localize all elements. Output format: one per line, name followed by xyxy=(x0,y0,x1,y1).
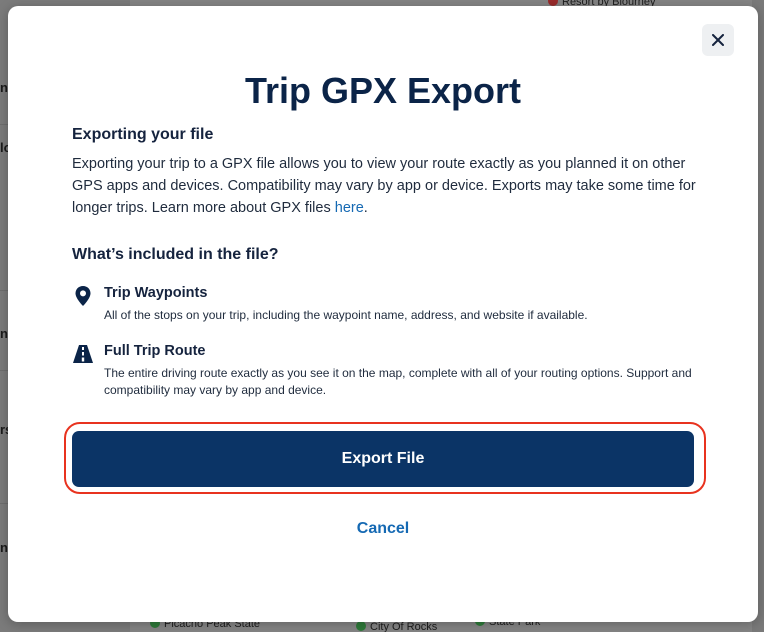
exporting-heading: Exporting your file xyxy=(72,126,214,143)
exporting-section: Exporting your file Exporting your trip … xyxy=(72,126,702,219)
cancel-button[interactable]: Cancel xyxy=(8,520,758,538)
exporting-description: Exporting your trip to a GPX file allows… xyxy=(72,156,696,216)
export-file-button[interactable]: Export File xyxy=(72,431,694,487)
modal-title: Trip GPX Export xyxy=(244,70,522,111)
road-icon xyxy=(73,345,93,363)
included-heading: What’s included in the file? xyxy=(72,246,279,263)
close-icon xyxy=(712,34,724,46)
close-button[interactable] xyxy=(702,24,734,56)
map-label: City Of Rocks xyxy=(356,621,437,632)
gpx-export-modal: Trip GPX Export Exporting your file Expo… xyxy=(8,6,758,622)
feature-description: All of the stops on your trip, including… xyxy=(104,308,588,322)
feature-description: The entire driving route exactly as you … xyxy=(104,366,692,397)
feature-title: Full Trip Route xyxy=(104,343,206,359)
feature-title: Trip Waypoints xyxy=(104,285,208,301)
map-pin-icon xyxy=(75,286,91,306)
gpx-learn-more-link[interactable]: here xyxy=(335,200,364,216)
